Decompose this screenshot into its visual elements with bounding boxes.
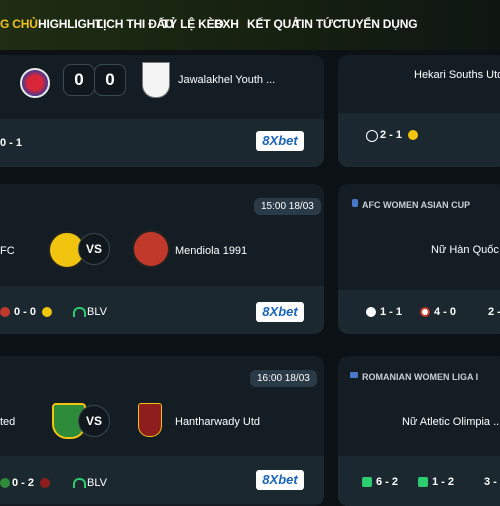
- away-odds-icon: [42, 307, 52, 317]
- nav-jobs[interactable]: TUYỂN DỤNG: [340, 17, 418, 31]
- league-name: AFC WOMEN ASIAN CUP: [362, 200, 471, 210]
- sponsor-8xbet-logo[interactable]: 8Xbet: [256, 131, 304, 151]
- match-card-3[interactable]: 16:00 18/03 ted VS Hantharwady Utd 0 - 2…: [0, 356, 324, 506]
- league-name: ROMANIAN WOMEN LIGA I: [362, 372, 479, 382]
- side-match-card-2[interactable]: AFC WOMEN ASIAN CUP Nữ Hàn Quốc 1 - 1 4 …: [338, 184, 500, 334]
- home-score: 0: [63, 64, 95, 96]
- sponsor-8xbet-logo[interactable]: 8Xbet: [256, 470, 304, 490]
- home-odds-icon: [0, 478, 10, 488]
- away-team-logo: [138, 403, 162, 437]
- team-name: Nữ Hàn Quốc: [431, 244, 499, 256]
- away-team-logo: [142, 62, 170, 98]
- nav-highlight[interactable]: HIGHLIGHT: [38, 17, 102, 31]
- nav-home[interactable]: G CHỦ: [0, 17, 38, 31]
- nav-news[interactable]: TIN TỨC: [294, 17, 341, 31]
- away-team-name: Hantharwady Utd: [175, 416, 260, 428]
- match-card-2[interactable]: 15:00 18/03 FC VS Mendiola 1991 0 - 0 BL…: [0, 184, 324, 334]
- match-odds: 0 - 1: [0, 137, 23, 149]
- home-odds-icon: [0, 307, 10, 317]
- away-team-name: Mendiola 1991: [175, 245, 248, 257]
- match-odds-1: 6 - 2: [376, 476, 399, 488]
- match-odds: 2 - 1: [380, 129, 403, 141]
- league-flag-icon: [352, 199, 358, 207]
- sponsor-8xbet-logo[interactable]: 8Xbet: [256, 302, 304, 322]
- odds-icon-2: [418, 477, 428, 487]
- team-name: Hekari Souths Utd: [414, 69, 500, 81]
- headphones-icon[interactable]: [73, 478, 86, 488]
- side-match-card-1[interactable]: Hekari Souths Utd 2 - 1: [338, 55, 500, 167]
- home-odds-icon: [366, 130, 378, 142]
- team-name: Nữ Atletic Olimpia ...: [402, 416, 500, 428]
- league-flag-icon: [350, 372, 358, 378]
- odds-icon-2: [420, 307, 430, 317]
- away-team-name: Jawalakhel Youth ...: [178, 74, 276, 86]
- blv-label[interactable]: BLV: [87, 477, 107, 489]
- top-nav: G CHỦ HIGHLIGHT LỊCH THI ĐẤU TỶ LỆ KÈO B…: [0, 0, 500, 50]
- nav-results[interactable]: KẾT QUẢ: [247, 17, 300, 31]
- blv-label[interactable]: BLV: [87, 306, 107, 318]
- match-card-1[interactable]: 0 : 0 Jawalakhel Youth ... 0 - 1 8Xbet: [0, 55, 324, 167]
- away-team-logo: [132, 230, 170, 268]
- vs-badge: VS: [78, 233, 110, 265]
- match-odds-3: 2 -: [488, 306, 500, 318]
- headphones-icon[interactable]: [73, 307, 86, 317]
- match-time: 16:00 18/03: [250, 370, 317, 387]
- home-team-name: ted: [0, 416, 16, 428]
- home-team-name: FC: [0, 245, 15, 257]
- away-score-value: 0: [94, 64, 126, 96]
- match-odds: 0 - 0: [14, 306, 37, 318]
- match-odds-2: 1 - 2: [432, 476, 455, 488]
- nav-standings[interactable]: BXH: [214, 17, 239, 31]
- odds-icon-1: [362, 477, 372, 487]
- odds-icon-1: [366, 307, 376, 317]
- match-odds-3: 3 -: [484, 476, 497, 488]
- match-odds-1: 1 - 1: [380, 306, 403, 318]
- home-team-logo: [20, 68, 50, 98]
- vs-badge: VS: [78, 405, 110, 437]
- match-time: 15:00 18/03: [254, 198, 321, 215]
- side-match-card-3[interactable]: ROMANIAN WOMEN LIGA I Nữ Atletic Olimpia…: [338, 356, 500, 506]
- away-odds-icon: [408, 130, 418, 140]
- match-odds-2: 4 - 0: [434, 306, 457, 318]
- match-odds: 0 - 2: [12, 477, 35, 489]
- away-odds-icon: [40, 478, 50, 488]
